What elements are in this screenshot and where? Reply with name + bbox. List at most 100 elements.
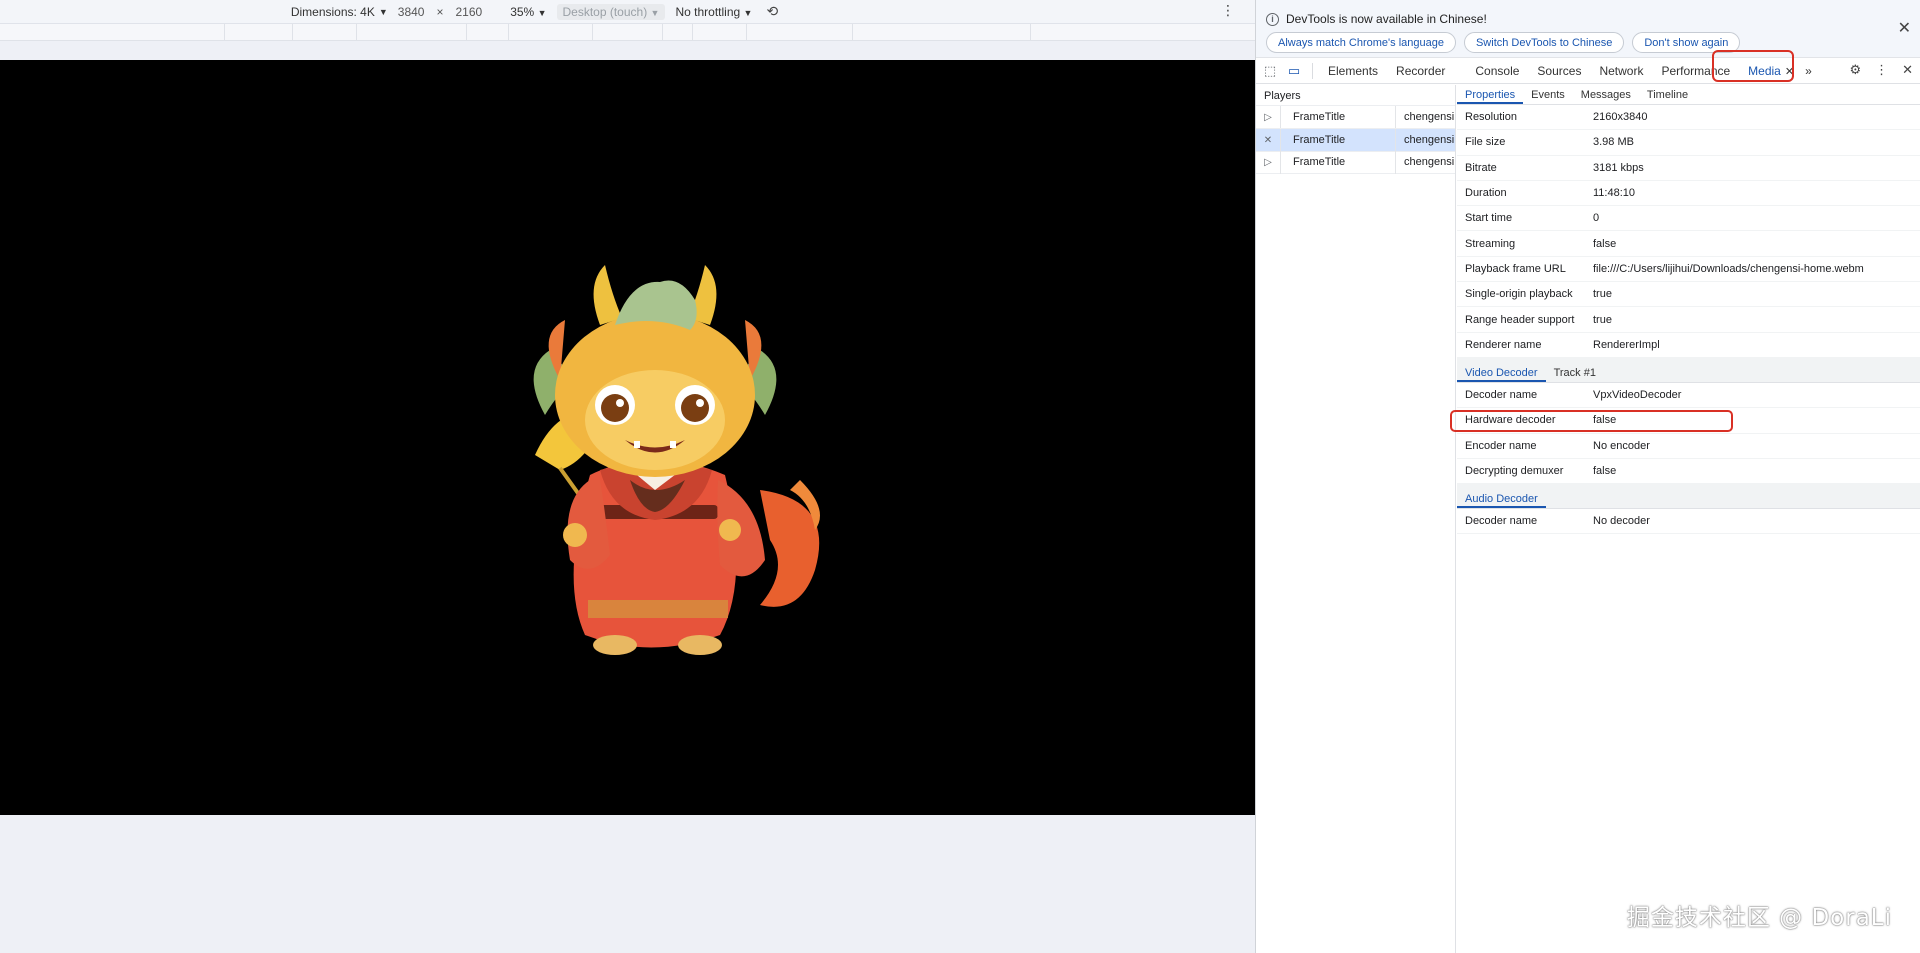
tab-messages[interactable]: Messages <box>1573 89 1639 104</box>
tab-console[interactable]: Console <box>1466 64 1528 78</box>
tab-network[interactable]: Network <box>1590 64 1652 78</box>
device-toggle-icon[interactable]: ▭ <box>1282 63 1306 79</box>
throttling-label: No throttling <box>675 4 741 19</box>
player-frame-title: FrameTitle <box>1280 128 1395 152</box>
audio-decoder-section: Audio Decoder <box>1457 484 1920 510</box>
property-row: File size 3.98 MB <box>1457 130 1920 156</box>
player-row[interactable]: ▷ FrameTitle chengensi <box>1256 151 1455 174</box>
match-language-button[interactable]: Always match Chrome's language <box>1266 32 1456 53</box>
dimensions-dropdown[interactable]: Dimensions: 4K <box>287 5 379 19</box>
property-value: true <box>1593 313 1612 326</box>
tab-sources[interactable]: Sources <box>1528 64 1590 78</box>
infobar-message: DevTools is now available in Chinese! <box>1286 12 1487 26</box>
player-name: chengensi <box>1395 128 1455 152</box>
dragon-mascot-image <box>533 265 820 655</box>
language-infobar: i DevTools is now available in Chinese! … <box>1256 0 1920 58</box>
chevron-down-icon: ▼ <box>537 7 547 18</box>
device-toolbar: Dimensions: 4K ▼ 3840 × 2160 35% ▼ Deskt… <box>0 0 1255 24</box>
tab-media-label: Media <box>1748 63 1781 78</box>
rotate-icon[interactable]: ⟲ <box>766 3 778 20</box>
property-key: Bitrate <box>1465 161 1497 174</box>
watermark: 掘金技术社区 @ DoraLi <box>1626 905 1892 931</box>
more-vertical-icon[interactable]: ⋮ <box>1875 62 1888 78</box>
chevron-down-icon: ▼ <box>650 7 660 18</box>
property-key: Decrypting demuxer <box>1465 465 1564 477</box>
inspect-element-icon[interactable]: ⬚ <box>1258 63 1282 79</box>
zoom-dropdown[interactable]: 35% ▼ <box>506 5 550 19</box>
decoder-row: Decoder name No decoder <box>1457 509 1920 535</box>
property-key: Encoder name <box>1465 439 1537 452</box>
player-name: chengensi <box>1395 151 1455 174</box>
tab-track-1[interactable]: Track #1 <box>1546 367 1604 382</box>
property-value: false <box>1593 465 1617 477</box>
property-key: Playback frame URL <box>1465 262 1566 275</box>
property-key: Renderer name <box>1465 338 1542 351</box>
players-header: Players <box>1264 90 1301 102</box>
property-key: Duration <box>1465 187 1507 200</box>
close-player-icon[interactable]: ✕ <box>1256 135 1280 146</box>
tab-elements[interactable]: Elements <box>1319 64 1387 78</box>
tab-timeline[interactable]: Timeline <box>1639 89 1696 104</box>
close-icon[interactable]: ✕ <box>1898 18 1911 38</box>
property-value: 11:48:10 <box>1593 187 1636 200</box>
property-key: Decoder name <box>1465 389 1538 402</box>
property-key: File size <box>1465 136 1506 149</box>
property-value: 0 <box>1593 212 1600 225</box>
width-input[interactable]: 3840 <box>394 5 429 19</box>
tab-audio-decoder[interactable]: Audio Decoder <box>1457 493 1546 509</box>
video-decoder-section: Video Decoder Track #1 <box>1457 357 1920 383</box>
property-key: Single-origin playback <box>1465 288 1573 301</box>
tab-properties[interactable]: Properties <box>1457 89 1524 104</box>
player-name: chengensi <box>1395 105 1455 129</box>
tab-recorder[interactable]: Recorder <box>1387 64 1454 78</box>
toolbar-divider <box>1312 62 1313 79</box>
more-tabs-icon[interactable]: » <box>1803 64 1814 78</box>
dont-show-again-button[interactable]: Don't show again <box>1632 32 1741 53</box>
property-key: Hardware decoder <box>1465 414 1556 427</box>
chevron-down-icon: ▼ <box>378 6 388 17</box>
player-frame-title: FrameTitle <box>1280 151 1395 174</box>
property-row: Start time 0 <box>1457 206 1920 232</box>
video-viewport[interactable] <box>0 60 1255 815</box>
tab-events[interactable]: Events <box>1523 89 1573 104</box>
height-input[interactable]: 2160 <box>452 5 487 19</box>
hardware-decoder-row: Hardware decoder false <box>1457 408 1920 434</box>
property-value: file:///C:/Users/lijihui/Downloads/cheng… <box>1593 262 1864 275</box>
player-row-selected[interactable]: ✕ FrameTitle chengensi <box>1256 128 1455 152</box>
close-tab-icon[interactable]: ✕ <box>1785 66 1794 78</box>
expand-icon[interactable]: ▷ <box>1256 112 1280 123</box>
media-query-bar <box>0 24 1255 41</box>
property-value: No decoder <box>1593 515 1650 528</box>
throttling-dropdown[interactable]: No throttling ▼ <box>671 5 756 19</box>
decoder-row: Decrypting demuxer false <box>1457 459 1920 485</box>
times-symbol: × <box>436 4 444 19</box>
property-key: Range header support <box>1465 313 1575 326</box>
emulated-viewport-area: Dimensions: 4K ▼ 3840 × 2160 35% ▼ Deskt… <box>0 0 1255 953</box>
player-row[interactable]: ▷ FrameTitle chengensi <box>1256 105 1455 129</box>
tab-video-decoder[interactable]: Video Decoder <box>1457 367 1546 382</box>
property-row: Resolution 2160x3840 <box>1457 105 1920 131</box>
property-row: Duration 11:48:10 <box>1457 181 1920 207</box>
property-row: Range header support true <box>1457 307 1920 333</box>
expand-icon[interactable]: ▷ <box>1256 157 1280 168</box>
switch-to-chinese-button[interactable]: Switch DevTools to Chinese <box>1463 32 1625 53</box>
zoom-label: 35% <box>510 4 535 19</box>
property-value: 3.98 MB <box>1593 136 1634 149</box>
property-row: Bitrate 3181 kbps <box>1457 156 1920 181</box>
tab-media[interactable]: Media ✕ <box>1739 64 1803 78</box>
close-devtools-icon[interactable]: ✕ <box>1902 62 1913 78</box>
devtools-panel: i DevTools is now available in Chinese! … <box>1255 0 1920 953</box>
property-row: Renderer name RendererImpl <box>1457 333 1920 358</box>
tab-performance[interactable]: Performance <box>1652 64 1739 78</box>
devtools-tabbar: ⬚ ▭ Elements Recorder Console Sources Ne… <box>1256 58 1920 84</box>
info-icon: i <box>1266 12 1279 26</box>
property-value: 2160x3840 <box>1593 111 1648 124</box>
property-key: Start time <box>1465 212 1513 225</box>
decoder-row: Encoder name No encoder <box>1457 434 1920 459</box>
device-type-label: Desktop (touch) <box>562 4 648 19</box>
property-row: Streaming false <box>1457 231 1920 257</box>
gear-icon[interactable]: ⚙ <box>1849 62 1861 78</box>
players-list: Players ▷ FrameTitle chengensi ✕ FrameTi… <box>1256 85 1456 953</box>
chevron-down-icon: ▼ <box>743 7 753 18</box>
more-vertical-icon[interactable]: ⋮ <box>1221 2 1235 19</box>
